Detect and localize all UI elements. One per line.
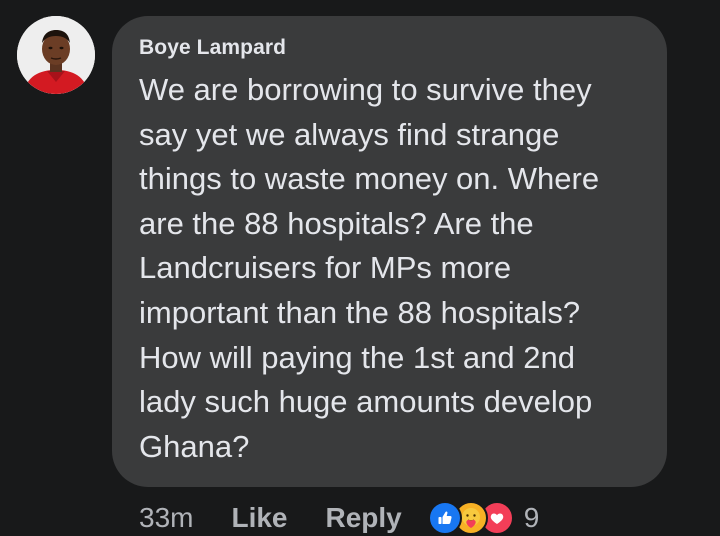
avatar-photo: [17, 16, 95, 94]
comment-line: lady such huge amounts develop: [139, 384, 593, 420]
reactions-summary[interactable]: 9: [427, 501, 540, 535]
comment-line: We are borrowing to survive they: [139, 72, 592, 107]
like-button[interactable]: Like: [231, 502, 287, 534]
comment-text: We are borrowing to survive they say yet …: [139, 68, 659, 469]
comment-actions: 33m Like Reply 9: [139, 500, 539, 536]
reaction-count: 9: [523, 502, 540, 533]
comment-bubble: Boye Lampard We are borrowing to survive…: [112, 16, 667, 487]
comment-line: How will paying the 1st and 2nd: [139, 339, 575, 375]
comment-line: Landcruisers for MPs more: [139, 250, 512, 286]
reply-button[interactable]: Reply: [326, 502, 402, 534]
like-icon: [427, 501, 462, 535]
comment-line: Ghana?: [139, 428, 250, 464]
comment-line: say yet we always find strange: [139, 116, 560, 152]
comment-line: things to waste money on. Where: [139, 161, 600, 197]
comment-line: are the 88 hospitals? Are the: [139, 205, 534, 241]
comment-timestamp[interactable]: 33m: [139, 502, 193, 534]
comment-line: important than the 88 hospitals?: [139, 294, 581, 330]
comment-thread: Boye Lampard We are borrowing to survive…: [0, 0, 720, 536]
avatar[interactable]: [17, 16, 95, 94]
comment-author[interactable]: Boye Lampard: [139, 36, 286, 60]
